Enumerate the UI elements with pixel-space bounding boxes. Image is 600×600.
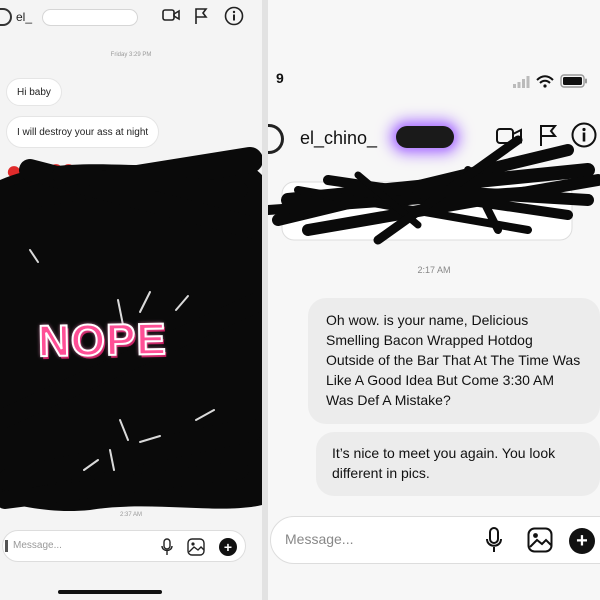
screenshot-collage: el_ Friday 3:29 PM Hi baby I will destro… bbox=[0, 0, 600, 600]
plus-icon[interactable]: + bbox=[569, 528, 595, 554]
message-composer[interactable]: Message... + bbox=[270, 516, 600, 564]
message-timestamp: 2:17 AM bbox=[417, 265, 451, 275]
right-dm-screenshot: 9 el_chino_ 2:17 AM Oh wow. is your name… bbox=[268, 0, 600, 600]
microphone-icon[interactable] bbox=[485, 526, 503, 554]
message-bubble[interactable]: Oh wow. is your name, Delicious Smelling… bbox=[308, 298, 600, 424]
scribble-redaction bbox=[0, 147, 262, 512]
microphone-icon[interactable] bbox=[161, 538, 173, 556]
message-bubble[interactable]: It’s nice to meet you again. You look di… bbox=[316, 432, 600, 496]
message-composer[interactable]: Message... + bbox=[2, 530, 246, 562]
image-icon[interactable] bbox=[187, 538, 205, 556]
nope-sticker: NOPE bbox=[37, 314, 169, 367]
camera-icon[interactable] bbox=[5, 540, 13, 552]
left-dm-screenshot: el_ Friday 3:29 PM Hi baby I will destro… bbox=[0, 0, 262, 600]
message-input[interactable]: Message... bbox=[285, 531, 353, 547]
message-text: Oh wow. is your name, Delicious Smelling… bbox=[326, 312, 581, 408]
signal-icon bbox=[512, 75, 530, 93]
status-bar bbox=[512, 74, 588, 93]
status-time: 9 bbox=[276, 70, 284, 86]
plus-icon[interactable]: + bbox=[219, 538, 237, 556]
scribble-redaction bbox=[268, 135, 600, 245]
message-text: It’s nice to meet you again. You look di… bbox=[332, 445, 556, 481]
message-timestamp: 2:37 AM bbox=[119, 512, 142, 518]
battery-icon bbox=[560, 74, 588, 93]
message-input[interactable]: Message... bbox=[13, 540, 62, 551]
wifi-icon bbox=[536, 74, 554, 93]
home-indicator bbox=[58, 590, 162, 594]
image-icon[interactable] bbox=[527, 527, 553, 553]
